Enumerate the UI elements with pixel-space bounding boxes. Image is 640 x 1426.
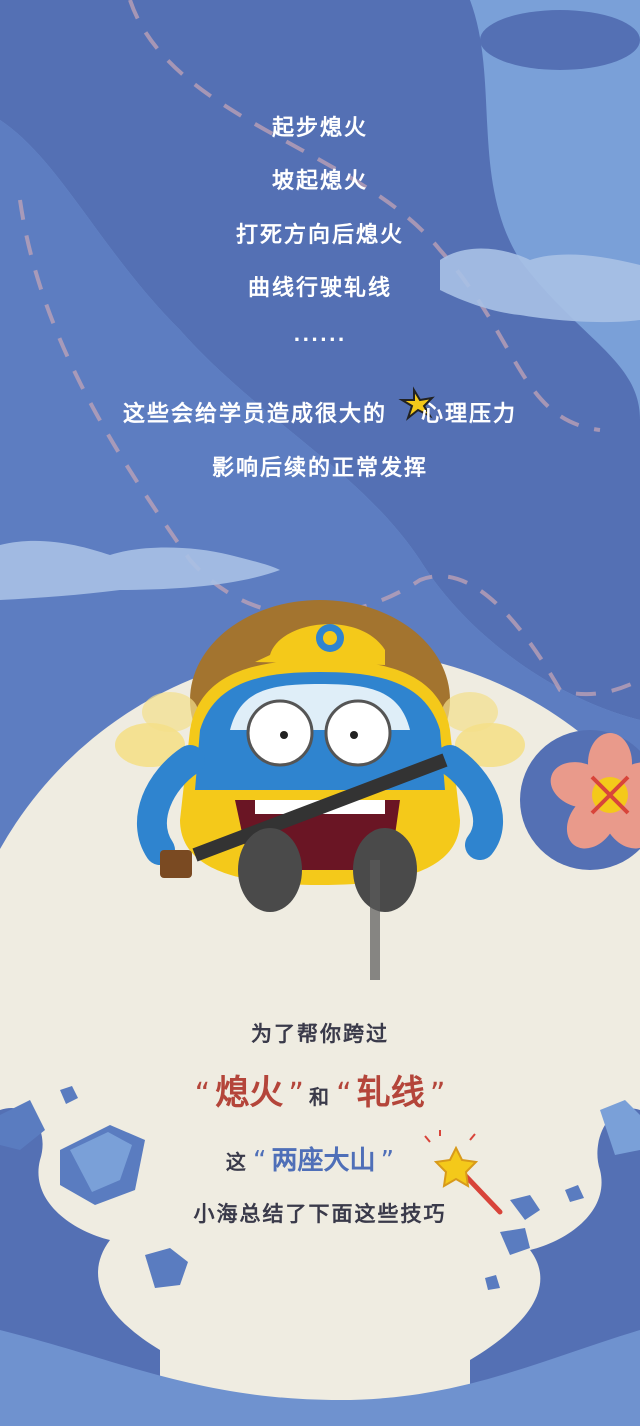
text-line-1: 起步熄火 <box>271 116 368 141</box>
word-stall: 熄火 <box>215 1073 284 1113</box>
bottom-line-2: “ 熄火 ” 和 “ 轧线 ” <box>194 1073 446 1113</box>
text-line-4: 曲线行驶轧线 <box>247 276 392 301</box>
text-line-2: 坡起熄火 <box>271 169 368 194</box>
bottom-line-3: 这 “ 两座大山 ” <box>225 1146 395 1176</box>
pressure-line: 这些会给学员造成很大的 心理压力 <box>0 396 640 428</box>
bottom-line-1: 为了帮你跨过 <box>251 1022 389 1046</box>
text-line-3: 打死方向后熄火 <box>235 223 404 248</box>
ellipsis-line: ...... <box>293 325 347 346</box>
pressure-line-after: 心理压力 <box>421 402 518 427</box>
prefix-this: 这 <box>225 1150 248 1174</box>
word-line-cross: 轧线 <box>356 1073 425 1113</box>
connector-and: 和 <box>309 1085 331 1109</box>
two-mountains: 两座大山 <box>271 1146 376 1176</box>
pressure-line-before: 这些会给学员造成很大的 <box>122 402 387 427</box>
impact-line: 影响后续的正常发挥 <box>211 456 428 481</box>
bottom-line-4: 小海总结了下面这些技巧 <box>193 1202 447 1226</box>
